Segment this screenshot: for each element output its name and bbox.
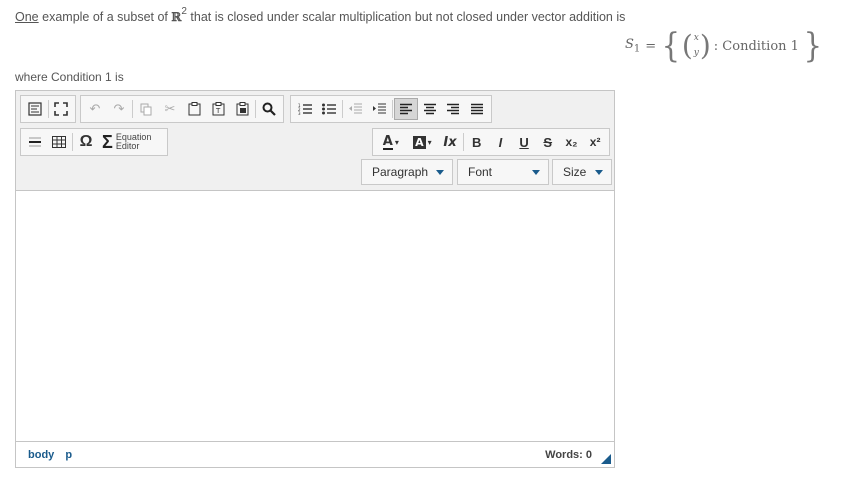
underline-button[interactable]: U <box>512 131 536 153</box>
align-center-icon[interactable] <box>418 98 442 120</box>
search-icon[interactable] <box>257 98 281 120</box>
right-paren: ) <box>699 29 711 62</box>
toolbar-group-edit: ↶ ↷ ✂ T <box>80 95 284 123</box>
toolbar-group-paragraph: 123 <box>290 95 492 123</box>
font-select-value: Font <box>468 165 493 179</box>
chevron-down-icon <box>436 169 444 175</box>
chevron-down-icon <box>532 169 540 175</box>
resize-handle-icon[interactable] <box>601 454 611 464</box>
toolbar-group-insert: Ω Σ Equation Editor <box>20 128 168 156</box>
formula-set-name: S1 <box>625 37 641 55</box>
formula-equals: = <box>645 38 657 54</box>
outdent-icon[interactable] <box>343 98 367 120</box>
text-color-button[interactable]: A ▾ <box>375 131 407 153</box>
left-paren: ( <box>681 29 693 62</box>
subscript-button[interactable]: x₂ <box>560 131 584 153</box>
size-select[interactable]: Size <box>552 159 612 185</box>
paste-icon[interactable] <box>182 98 206 120</box>
right-brace: } <box>803 26 822 66</box>
editor-content-area[interactable] <box>16 191 614 441</box>
chevron-down-icon <box>595 169 603 175</box>
set-power: 2 <box>181 6 187 17</box>
strikethrough-button[interactable]: S <box>536 131 560 153</box>
paste-text-icon[interactable]: T <box>206 98 230 120</box>
superscript-button[interactable]: x² <box>583 131 607 153</box>
size-select-value: Size <box>563 165 587 179</box>
equation-editor-button[interactable]: Σ Equation Editor <box>98 133 155 151</box>
vector-bottom: y <box>693 48 699 58</box>
editor-statusbar: body p Words: 0 <box>16 441 614 467</box>
italic-button[interactable]: I <box>489 131 513 153</box>
where-text: where Condition 1 is <box>15 70 124 84</box>
omega-special-char-icon[interactable]: Ω <box>74 131 98 153</box>
question-text-b: that is closed under scalar multiplicati… <box>190 10 626 25</box>
toolbar-group-format: A ▾ A ▾ Ix B I U S x₂ x² <box>372 128 610 156</box>
vector-top: x <box>693 33 699 43</box>
clear-formatting-icon[interactable]: Ix <box>438 131 462 153</box>
path-item-p[interactable]: p <box>65 449 72 461</box>
equation-editor-label-2: Editor <box>115 141 140 151</box>
table-icon[interactable] <box>47 131 71 153</box>
question-text-a: example of a subset of <box>42 10 168 25</box>
redo-icon[interactable]: ↷ <box>107 98 131 120</box>
question-word-one: One <box>15 10 39 25</box>
formula-vector: x y <box>694 31 699 61</box>
source-code-icon[interactable] <box>23 98 47 120</box>
left-brace: { <box>661 26 681 66</box>
toolbar-group-view <box>20 95 76 123</box>
bold-button[interactable]: B <box>465 131 489 153</box>
align-justify-icon[interactable] <box>465 98 489 120</box>
fullscreen-icon[interactable] <box>50 98 74 120</box>
indent-icon[interactable] <box>367 98 391 120</box>
formula-condition: : Condition 1 <box>713 38 799 54</box>
set-formula: S1 = { ( x y ) : Condition 1 } <box>625 26 824 66</box>
element-path: body p <box>28 449 80 461</box>
align-left-icon[interactable] <box>393 98 418 120</box>
editor-toolbar: ↶ ↷ ✂ T 123 Ω Σ Equation Editor A ▾ A ▾ … <box>16 91 614 191</box>
paragraph-select[interactable]: Paragraph <box>361 159 453 185</box>
set-symbol: ℝ <box>171 10 182 25</box>
paste-word-icon[interactable] <box>230 98 254 120</box>
svg-text:T: T <box>215 107 221 115</box>
cut-icon[interactable]: ✂ <box>158 98 182 120</box>
bullet-list-icon[interactable] <box>317 98 341 120</box>
align-right-icon[interactable] <box>441 98 465 120</box>
background-color-button[interactable]: A ▾ <box>407 131 439 153</box>
rich-text-editor: ↶ ↷ ✂ T 123 Ω Σ Equation Editor A ▾ A ▾ … <box>15 90 615 468</box>
paragraph-select-value: Paragraph <box>372 165 429 179</box>
svg-text:3: 3 <box>298 111 301 115</box>
sigma-icon: Σ <box>102 131 113 152</box>
word-count: Words: 0 <box>545 449 592 461</box>
path-item-body[interactable]: body <box>28 449 54 461</box>
numbered-list-icon[interactable]: 123 <box>293 98 317 120</box>
undo-icon[interactable]: ↶ <box>83 98 107 120</box>
font-select[interactable]: Font <box>457 159 549 185</box>
horizontal-rule-icon[interactable] <box>23 131 47 153</box>
question-text: One example of a subset of ℝ2 that is cl… <box>15 6 626 25</box>
copy-icon[interactable] <box>134 98 158 120</box>
